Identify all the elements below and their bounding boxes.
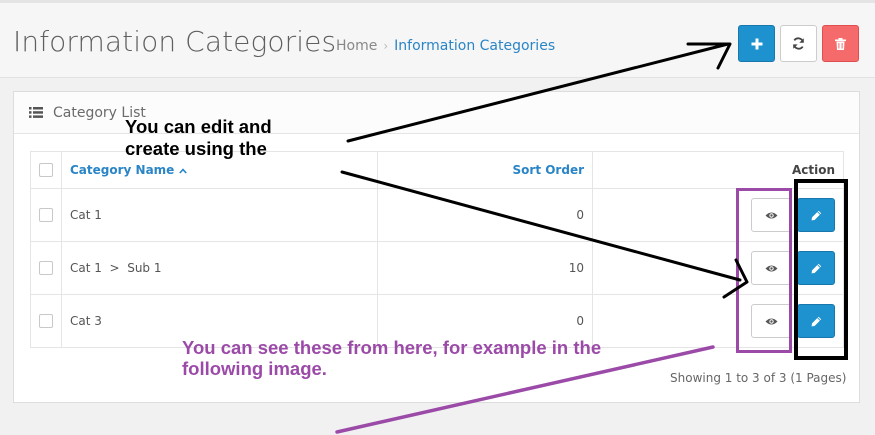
chevron-up-icon bbox=[178, 168, 187, 174]
page-title: Information Categories bbox=[13, 25, 337, 58]
sort-order-value: 10 bbox=[377, 241, 593, 295]
select-all-cell bbox=[30, 151, 62, 189]
page-header: Information Categories Home › Information … bbox=[0, 3, 875, 78]
list-icon bbox=[29, 107, 43, 118]
select-all-checkbox[interactable] bbox=[39, 163, 53, 178]
annotation-line: create using the bbox=[125, 138, 267, 159]
row-checkbox[interactable] bbox=[39, 261, 53, 276]
annotation-line: following image. bbox=[182, 358, 327, 379]
sort-order-value: 0 bbox=[377, 188, 593, 242]
category-name: Cat 1 > Sub 1 bbox=[61, 241, 378, 295]
pagination-info: Showing 1 to 3 of 3 (1 Pages) bbox=[670, 371, 847, 385]
delete-button[interactable] bbox=[822, 25, 859, 62]
refresh-button[interactable] bbox=[780, 25, 817, 62]
breadcrumb-separator: › bbox=[383, 39, 389, 53]
column-header-sort-order[interactable]: Sort Order bbox=[377, 151, 593, 189]
view-buttons-highlight-box bbox=[736, 188, 792, 353]
annotation-line: You can see these from here, for example… bbox=[182, 337, 602, 358]
breadcrumb-current[interactable]: Information Categories bbox=[394, 38, 555, 54]
edit-buttons-highlight-box bbox=[794, 179, 848, 360]
add-button[interactable] bbox=[738, 25, 775, 62]
row-checkbox-cell bbox=[30, 241, 62, 295]
annotation-view: You can see these from here, for example… bbox=[182, 337, 601, 379]
row-checkbox[interactable] bbox=[39, 314, 53, 329]
table-row: Cat 1 0 bbox=[30, 188, 844, 242]
category-name: Cat 1 bbox=[61, 188, 378, 242]
plus-icon bbox=[751, 38, 762, 49]
annotation-line: You can edit and bbox=[125, 116, 272, 137]
trash-icon bbox=[835, 37, 846, 50]
annotation-edit-create: You can edit and create using the bbox=[125, 116, 272, 160]
row-checkbox[interactable] bbox=[39, 208, 53, 223]
refresh-icon bbox=[793, 37, 804, 50]
breadcrumb: Home › Information Categories bbox=[336, 38, 555, 54]
breadcrumb-home[interactable]: Home bbox=[336, 38, 377, 54]
table-row: Cat 1 > Sub 1 10 bbox=[30, 241, 844, 295]
category-table: Category Name Sort Order Action Cat 1 0 bbox=[30, 151, 844, 348]
row-checkbox-cell bbox=[30, 188, 62, 242]
row-checkbox-cell bbox=[30, 294, 62, 348]
